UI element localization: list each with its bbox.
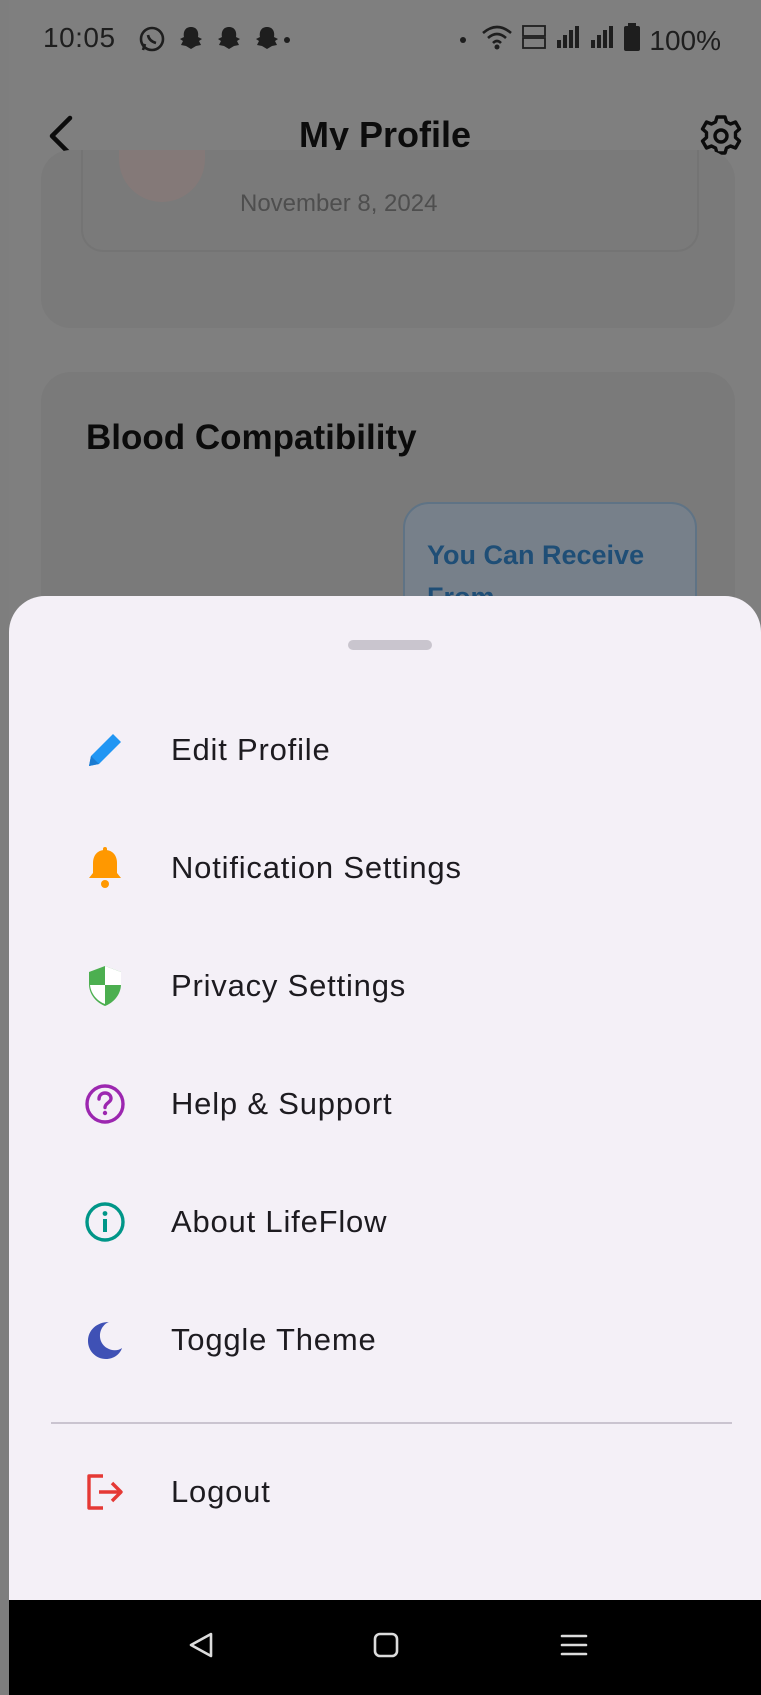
menu-item-toggle-theme[interactable]: Toggle Theme [9,1290,761,1390]
menu-item-edit-profile[interactable]: Edit Profile [9,700,761,800]
notification-icons [137,24,293,59]
member-since-date: November 8, 2024 [240,190,438,217]
menu-item-help-support[interactable]: Help & Support [9,1054,761,1154]
help-circle-icon [79,1078,131,1130]
menu-item-logout[interactable]: Logout [9,1442,761,1542]
signal-icon [555,24,581,57]
menu-item-about[interactable]: About LifeFlow [9,1172,761,1272]
menu-item-label: Edit Profile [171,732,331,767]
back-triangle-icon [187,1630,217,1665]
nav-home-button[interactable] [361,1622,411,1672]
nav-back-button[interactable] [177,1622,227,1672]
recents-menu-icon [559,1630,589,1665]
drag-handle[interactable] [348,640,432,650]
signal-icon [589,24,615,57]
system-status-icons: 100% [453,22,721,59]
divider [51,1422,732,1424]
whatsapp-icon [137,24,167,59]
menu-item-label: Help & Support [171,1086,393,1121]
volte-icon [521,23,547,58]
status-bar: 10:05 100% [9,0,761,84]
battery-icon [623,22,641,59]
home-square-icon [372,1631,400,1664]
info-circle-icon [79,1196,131,1248]
snapchat-icon [253,24,293,59]
screen: 10:05 100% My Profile November 8, 2024 B… [9,0,761,1695]
nav-recents-button[interactable] [549,1622,599,1672]
menu-item-notification-settings[interactable]: Notification Settings [9,818,761,918]
logout-icon [79,1466,131,1518]
wifi-icon [481,23,513,58]
snapchat-icon [177,24,205,59]
moon-icon [79,1314,131,1366]
menu-item-label: About LifeFlow [171,1204,388,1239]
pencil-icon [79,724,131,776]
bell-icon [79,842,131,894]
menu-item-label: Notification Settings [171,850,462,885]
compatibility-title: Blood Compatibility [86,418,417,457]
menu-item-label: Toggle Theme [171,1322,377,1357]
system-navigation-bar [9,1600,761,1695]
settings-bottom-sheet: Edit Profile Notification Settings Priva… [9,596,761,1600]
shield-icon [79,960,131,1012]
menu-item-privacy-settings[interactable]: Privacy Settings [9,936,761,1036]
menu-item-label: Logout [171,1474,271,1509]
snapchat-icon [215,24,243,59]
menu-item-label: Privacy Settings [171,968,407,1003]
battery-percentage: 100% [649,24,721,56]
dot-icon [453,25,473,57]
status-time: 10:05 [43,22,116,53]
